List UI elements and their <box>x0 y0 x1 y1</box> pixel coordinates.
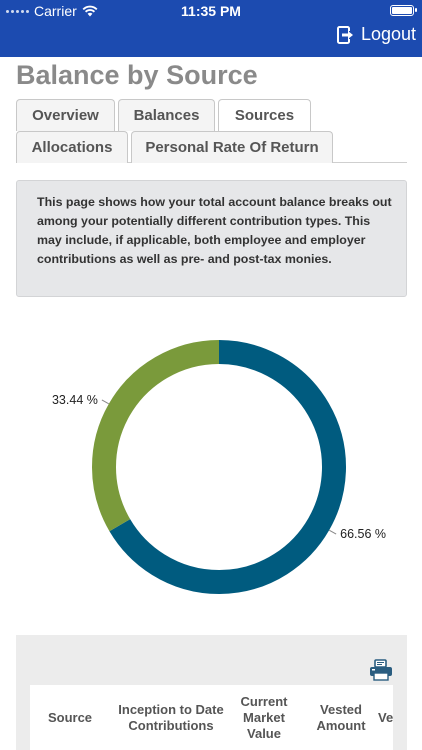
logout-icon <box>336 25 353 44</box>
page-title: Balance by Source <box>16 60 258 90</box>
donut-label-connector-2 <box>101 399 110 405</box>
donut-slice-2[interactable] <box>92 340 220 532</box>
logout-button[interactable]: Logout <box>336 24 416 45</box>
column-header-vested-amount[interactable]: Vested Amount <box>310 685 372 750</box>
column-header-current-market-value[interactable]: Current Market Value <box>230 685 298 750</box>
battery-icon <box>390 5 417 16</box>
column-header-inception-contributions[interactable]: Inception to Date Contributions <box>116 685 226 750</box>
tab-balances[interactable]: Balances <box>118 99 215 131</box>
balance-table: Source Inception to Date Contributions C… <box>30 685 393 750</box>
donut-label-2: 33.44 % <box>52 393 98 407</box>
tab-overview[interactable]: Overview <box>16 99 115 131</box>
donut-label-connector-1 <box>328 529 337 535</box>
info-box: This page shows how your total account b… <box>16 180 407 297</box>
balance-donut-chart: 66.56 % 33.44 % <box>52 340 386 594</box>
tab-bar: Overview Balances Sources Allocations Pe… <box>16 98 407 163</box>
status-bar: Carrier 11:35 PM <box>0 0 422 22</box>
logout-label: Logout <box>360 24 416 44</box>
tab-allocations[interactable]: Allocations <box>16 131 128 163</box>
column-header-partial[interactable]: Ve <box>378 685 393 750</box>
app-header: Carrier 11:35 PM Logout <box>0 0 422 57</box>
tab-sources[interactable]: Sources <box>218 99 311 131</box>
tab-personal-rate-of-return[interactable]: Personal Rate Of Return <box>131 131 333 163</box>
status-time: 11:35 PM <box>181 3 241 19</box>
printer-icon[interactable] <box>369 659 393 681</box>
donut-label-1: 66.56 % <box>340 527 386 541</box>
column-header-source[interactable]: Source <box>30 685 110 750</box>
balance-table-panel: Source Inception to Date Contributions C… <box>16 635 407 750</box>
